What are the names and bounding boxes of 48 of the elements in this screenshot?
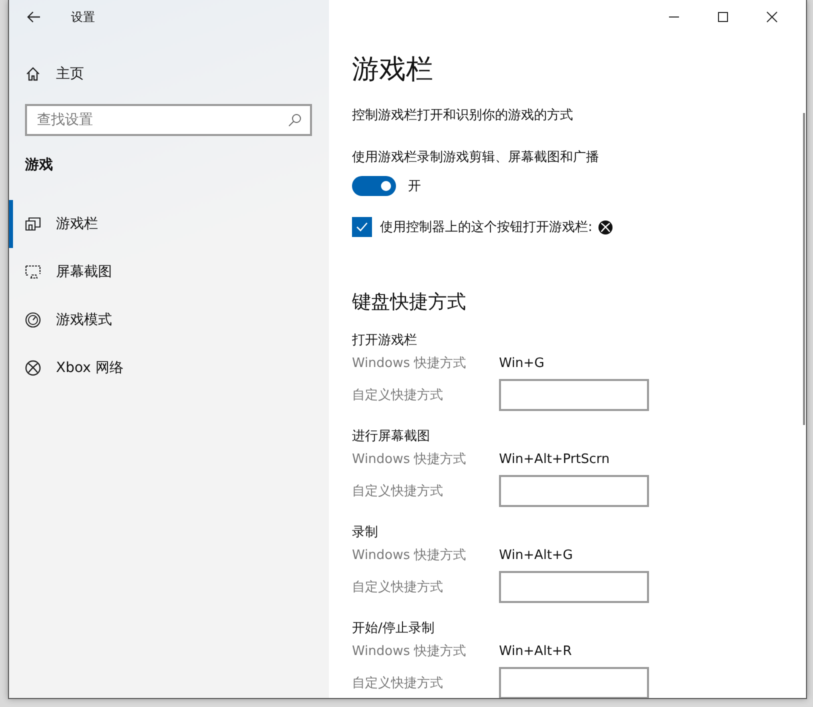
shortcut-label: Windows 快捷方式 — [352, 451, 468, 468]
shortcut-value: Win+Alt+R — [499, 644, 572, 658]
gamebar-icon — [25, 216, 41, 232]
nav-item[interactable]: 游戏模式 — [9, 296, 329, 344]
toggle-state-text: 开 — [408, 178, 421, 195]
nav-item[interactable]: 游戏栏 — [9, 200, 329, 248]
maximize-icon[interactable] — [717, 11, 729, 23]
shortcut-value: Win+Alt+PrtScrn — [499, 452, 610, 466]
xbox-icon — [598, 220, 614, 234]
page-title: 游戏栏 — [352, 53, 434, 87]
shortcut-label: 自定义快捷方式 — [352, 483, 444, 500]
section-heading: 键盘快捷方式 — [352, 290, 467, 315]
xbox-icon — [25, 360, 41, 376]
page-description: 控制游戏栏打开和识别你的游戏的方式 — [352, 107, 574, 124]
back-arrow-icon[interactable] — [27, 11, 41, 23]
window-title: 设置 — [71, 8, 95, 26]
shortcut-input-field[interactable] — [499, 475, 649, 507]
search-icon — [288, 113, 302, 127]
section-heading: 游戏 — [25, 156, 53, 174]
checkmark-icon — [355, 220, 369, 234]
shortcut-value: Win+Alt+G — [499, 548, 573, 562]
close-icon[interactable] — [766, 11, 778, 23]
setting-label: 使用游戏栏录制游戏剪辑、屏幕截图和广播 — [352, 149, 600, 166]
shortcut-name: 进行屏幕截图 — [352, 428, 431, 446]
shortcut-label: Windows 快捷方式 — [352, 643, 468, 660]
shortcut-label: 自定义快捷方式 — [352, 675, 444, 692]
scrollbar[interactable] — [803, 113, 805, 425]
search-field[interactable]: 查找设置 — [25, 104, 312, 136]
shortcut-value: Win+G — [499, 356, 544, 370]
toggle-switch[interactable] — [352, 176, 396, 196]
shortcut-name: 录制 — [352, 524, 379, 542]
shortcut-label: 自定义快捷方式 — [352, 387, 444, 404]
home-icon — [25, 66, 41, 82]
nav-item[interactable]: Xbox 网络 — [9, 344, 329, 392]
checkbox[interactable] — [352, 217, 372, 237]
gauge-icon — [25, 312, 41, 328]
screen-capture-icon — [25, 264, 41, 280]
nav-item[interactable]: 屏幕截图 — [9, 248, 329, 296]
shortcut-label: Windows 快捷方式 — [352, 355, 468, 372]
checkbox-label: 使用控制器上的这个按钮打开游戏栏: — [380, 219, 592, 236]
shortcut-label: Windows 快捷方式 — [352, 547, 468, 564]
shortcut-input-field[interactable] — [499, 379, 649, 411]
shortcut-input-field[interactable] — [499, 571, 649, 603]
shortcut-name: 开始/停止录制 — [352, 620, 436, 638]
shortcut-label: 自定义快捷方式 — [352, 579, 444, 596]
shortcut-input-field[interactable] — [499, 667, 649, 698]
home-nav-item[interactable]: 主页 — [25, 64, 84, 84]
shortcut-name: 打开游戏栏 — [352, 332, 418, 350]
